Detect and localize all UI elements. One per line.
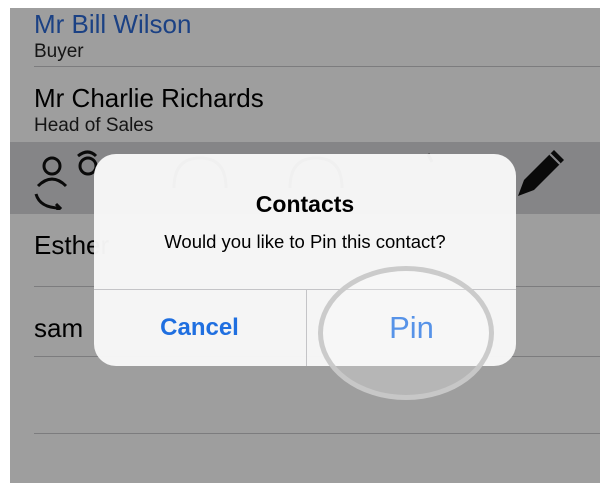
cancel-button[interactable]: Cancel (94, 290, 305, 366)
pin-button[interactable]: Pin (307, 290, 516, 366)
alert-message: Would you like to Pin this contact? (164, 231, 446, 252)
contacts-screen: Mr Bill Wilson Buyer Mr Charlie Richards… (10, 8, 600, 483)
pin-contact-alert: Contacts Would you like to Pin this cont… (94, 154, 516, 366)
alert-title: Contacts (255, 191, 355, 217)
